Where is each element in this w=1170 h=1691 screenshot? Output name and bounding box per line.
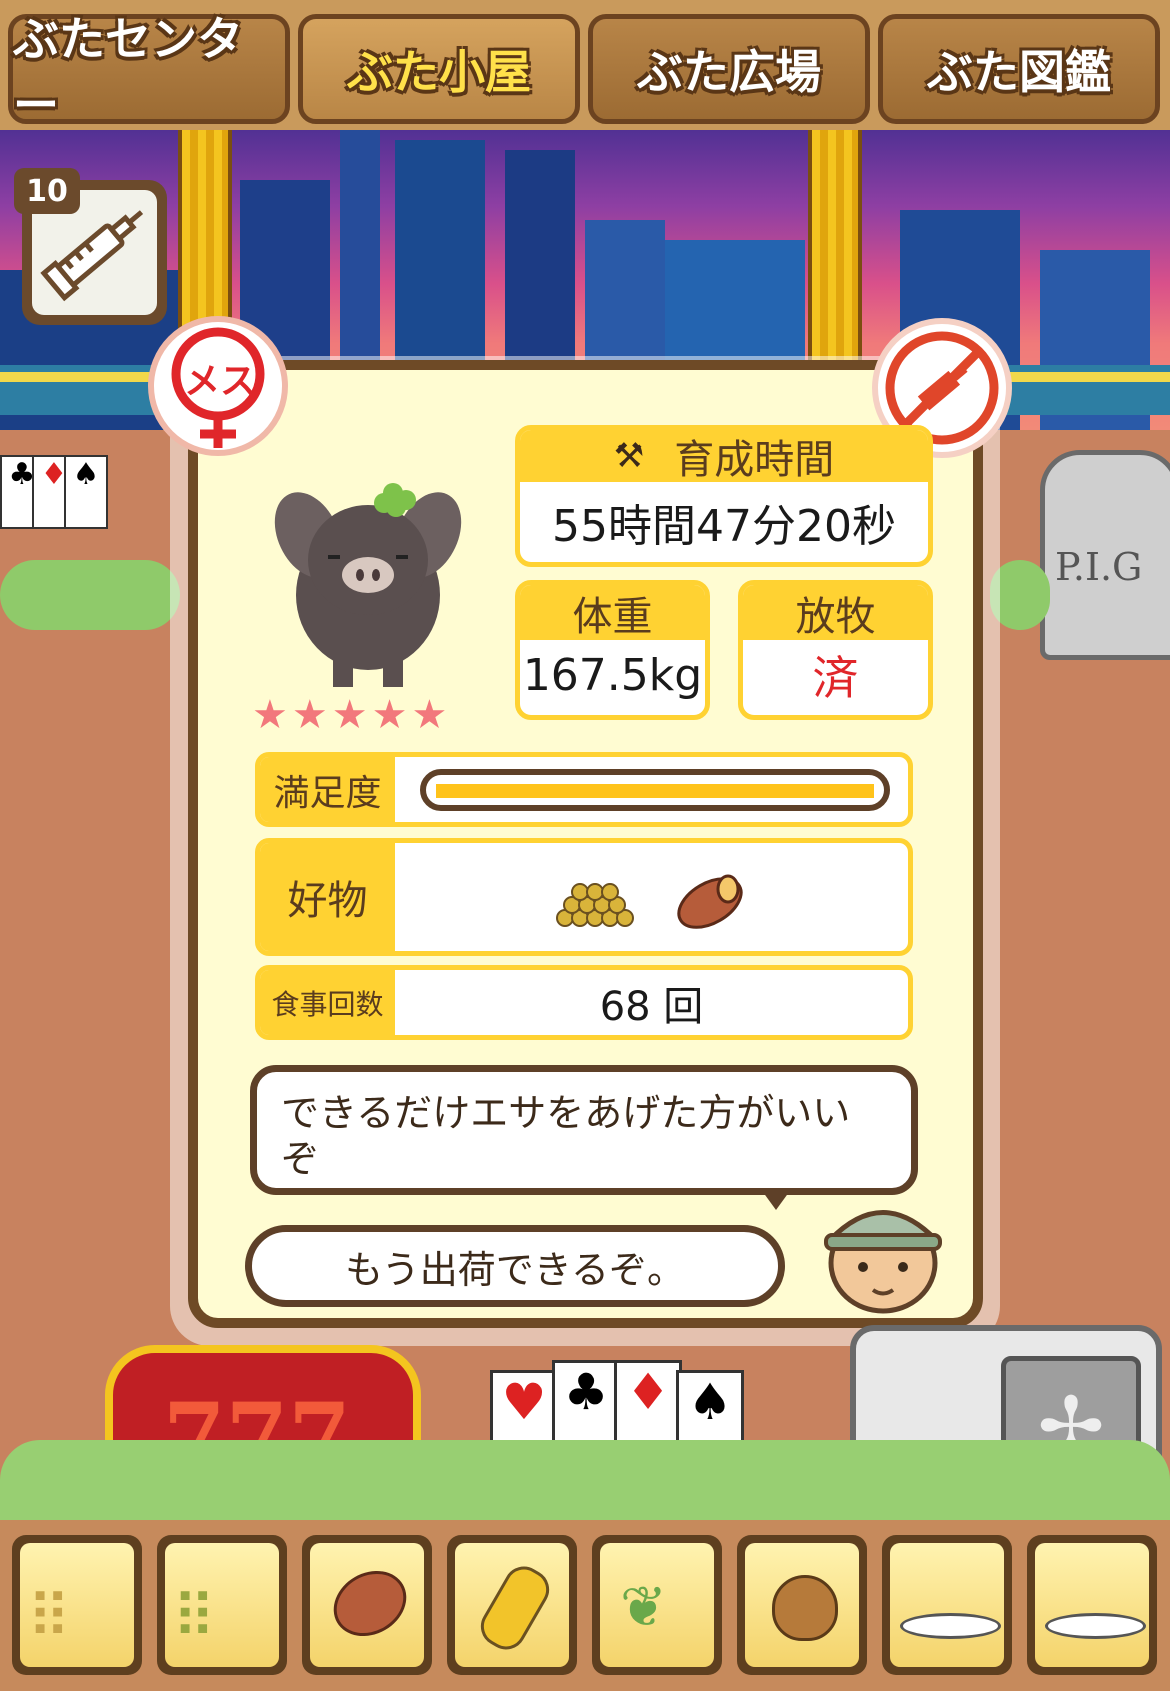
acorn-icon — [772, 1575, 838, 1641]
pig-portrait — [268, 465, 468, 695]
playing-cards-decor: ♣ ♦ ♠ — [0, 455, 110, 535]
weight-label: 体重 — [520, 585, 705, 640]
sweet-potato-icon — [670, 865, 750, 939]
mixed-grain-icon: ⠿ — [172, 1583, 216, 1653]
advice-text: できるだけエサをあげた方がいいぞ — [281, 1091, 851, 1181]
raise-time-header: ⚒ 育成時間 — [520, 430, 928, 483]
meal-count-label: 食事回数 — [260, 970, 395, 1035]
feed-slot-corn[interactable] — [447, 1535, 577, 1675]
clover-bush-bottom — [0, 1440, 1170, 1530]
status-speech-bubble: もう出荷できるぞ。 — [245, 1225, 785, 1307]
grazing-label: 放牧 — [743, 585, 928, 640]
feed-slot-beans-leaf[interactable]: ❦ — [592, 1535, 722, 1675]
grain-icon — [550, 873, 645, 932]
raise-time-box: ⚒ 育成時間 55時間47分20秒 — [515, 425, 933, 567]
meal-count-row: 食事回数 68 回 — [255, 965, 913, 1040]
tombstone-sign: P.I.G — [1040, 450, 1170, 660]
tab-label: ぶた図鑑 — [927, 45, 1111, 99]
weight-box: 体重 167.5kg — [515, 580, 710, 720]
raise-time-value: 55時間47分20秒 — [552, 501, 896, 552]
feed-slot-grain-plate[interactable] — [882, 1535, 1012, 1675]
item-count-badge: 10 — [14, 168, 80, 214]
feed-slot-grain[interactable]: ⠿ — [12, 1535, 142, 1675]
feed-slot-meatball-plate[interactable] — [1027, 1535, 1157, 1675]
tab-buta-hiroba[interactable]: ぶた広場 — [588, 14, 870, 124]
status-text: もう出荷できるぞ。 — [344, 1247, 686, 1292]
gender-label: メス — [183, 361, 256, 402]
tab-buta-center[interactable]: ぶたセンター — [8, 12, 290, 132]
advice-speech-bubble: できるだけエサをあげた方がいいぞ — [250, 1065, 918, 1195]
grain-icon: ⠿ — [27, 1583, 71, 1653]
gavel-icon: ⚒ — [613, 436, 645, 476]
tab-buta-zukan[interactable]: ぶた図鑑 — [878, 14, 1160, 124]
favorite-label: 好物 — [260, 843, 395, 951]
star-rating: ★★★★★ — [252, 692, 452, 738]
bubble-tail — [760, 1188, 792, 1210]
tab-label: ぶたセンター — [13, 12, 243, 132]
clover-bush-left — [0, 560, 180, 630]
pig-sign-text: P.I.G — [1055, 545, 1143, 589]
feed-slot-acorn[interactable] — [737, 1535, 867, 1675]
feed-slot-sweet-potato[interactable] — [302, 1535, 432, 1675]
satisfaction-bar-fill — [436, 784, 874, 798]
meatball-plate-icon — [1045, 1613, 1146, 1639]
grain-plate-icon — [900, 1613, 1001, 1639]
weight-value: 167.5kg — [522, 649, 703, 701]
tab-buta-koya[interactable]: ぶた小屋 — [298, 14, 580, 124]
raise-time-label: 育成時間 — [674, 437, 835, 483]
tab-label: ぶた小屋 — [347, 45, 531, 99]
beans-leaf-icon: ❦ — [620, 1575, 667, 1640]
satisfaction-bar — [420, 769, 890, 811]
farmer-avatar — [818, 1185, 948, 1315]
gender-badge: メス — [148, 316, 288, 456]
meal-count-value: 68 回 — [599, 983, 704, 1030]
satisfaction-label: 満足度 — [260, 757, 395, 822]
tab-label: ぶた広場 — [637, 45, 821, 99]
grazing-value: 済 — [812, 651, 859, 705]
favorite-food-row: 好物 — [255, 838, 913, 956]
feed-slot-mixed-grain[interactable]: ⠿ — [157, 1535, 287, 1675]
top-nav: ぶたセンター ぶた小屋 ぶた広場 ぶた図鑑 — [0, 0, 1170, 132]
satisfaction-row: 満足度 — [255, 752, 913, 827]
pillar-right — [808, 125, 862, 385]
grazing-box: 放牧 済 — [738, 580, 933, 720]
